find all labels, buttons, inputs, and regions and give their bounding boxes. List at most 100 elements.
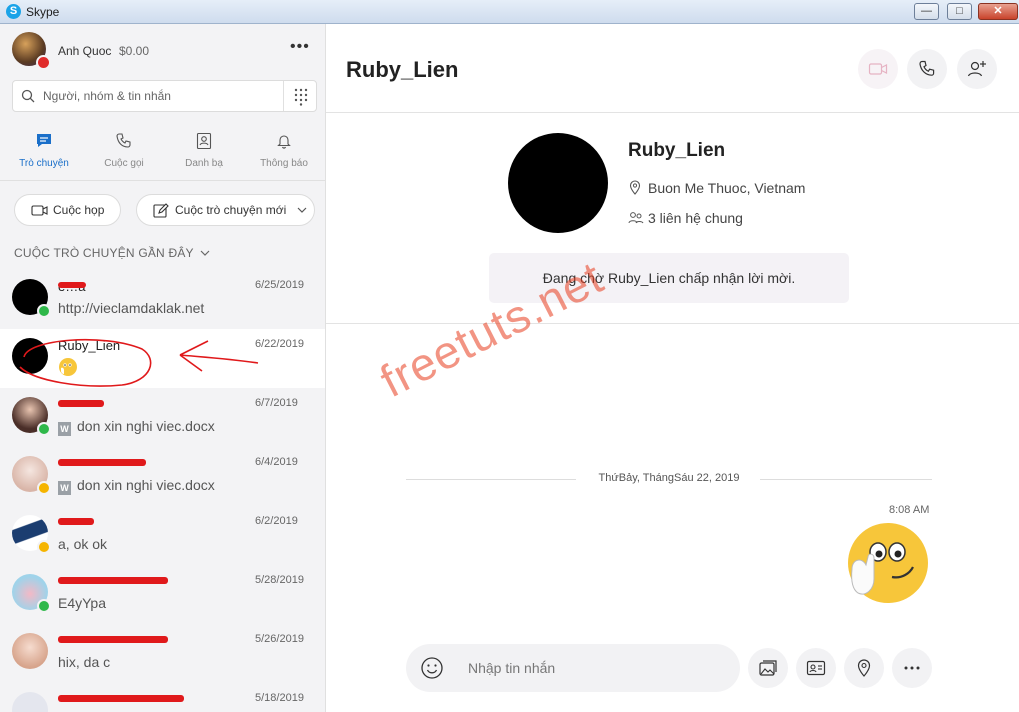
chat-list-item[interactable]: e…a 6/25/2019 http://vieclamdaklak.net <box>0 270 325 329</box>
compose-icon <box>153 203 169 218</box>
avatar <box>12 633 48 669</box>
contact-location: Buon Me Thuoc, Vietnam <box>628 180 805 196</box>
minimize-button[interactable]: — <box>914 3 939 20</box>
chevron-down-icon <box>200 250 210 256</box>
contact-avatar[interactable] <box>508 133 608 233</box>
chat-list-item[interactable]: 5/28/2019 E4yYpa <box>0 565 325 624</box>
audio-call-button[interactable] <box>907 49 947 89</box>
wave-emoji-message[interactable] <box>846 521 930 610</box>
new-chat-button[interactable]: Cuộc trò chuyện mới <box>136 194 315 226</box>
mutual-contacts: 3 liên hệ chung <box>628 210 743 226</box>
chat-date: 6/7/2019 <box>255 397 298 409</box>
dialpad-button[interactable] <box>283 81 318 111</box>
date-separator: ThứBảy, ThángSáu 22, 2019 <box>406 472 932 486</box>
conversation-pane: Ruby_Lien Ruby_Lien Buon Me Thuoc, Vietn… <box>326 24 1019 712</box>
phone-icon <box>919 60 935 76</box>
contact-name: Ruby_Lien <box>628 140 726 161</box>
chat-preview-text: don xin nghi viec.docx <box>77 477 215 493</box>
send-contact-button[interactable] <box>796 648 836 688</box>
status-online-icon <box>37 304 51 318</box>
chat-preview: Wdon xin nghi viec.docx <box>58 477 215 495</box>
add-participant-button[interactable] <box>957 49 997 89</box>
tab-chats-label: Trò chuyện <box>19 158 69 169</box>
close-button[interactable]: ✕ <box>978 3 1018 20</box>
tab-calls[interactable]: Cuộc gọi <box>84 128 164 178</box>
location-pin-icon <box>629 180 641 195</box>
chat-date: 6/2/2019 <box>255 515 298 527</box>
meet-now-button[interactable]: Cuộc họp <box>14 194 121 226</box>
people-icon <box>628 212 644 224</box>
status-dnd-icon <box>36 55 51 70</box>
wave-emoji-icon <box>848 523 928 603</box>
redaction-mark <box>58 518 94 525</box>
chat-date: 6/4/2019 <box>255 456 298 468</box>
chat-list-item[interactable]: 6/7/2019 Wdon xin nghi viec.docx <box>0 388 325 447</box>
chat-preview: hix, da c <box>58 654 111 670</box>
annotation-circle-arrow <box>19 338 259 387</box>
window-title: Skype <box>26 5 60 19</box>
contacts-icon <box>196 132 212 150</box>
video-icon <box>31 205 48 216</box>
status-online-icon <box>37 422 51 436</box>
chat-list-item[interactable]: 5/26/2019 hix, da c <box>0 624 325 683</box>
avatar <box>12 692 48 712</box>
redaction-mark <box>58 636 168 643</box>
tab-chats[interactable]: Trò chuyện <box>4 128 84 178</box>
search-icon <box>21 89 35 103</box>
tab-notifications[interactable]: Thông báo <box>244 128 324 178</box>
chat-list-item[interactable]: 6/4/2019 Wdon xin nghi viec.docx <box>0 447 325 506</box>
more-options-button[interactable]: ••• <box>290 38 310 56</box>
redaction-mark <box>58 459 146 466</box>
conversation-title[interactable]: Ruby_Lien <box>346 57 458 83</box>
location-pin-icon <box>857 659 871 677</box>
contact-location-text: Buon Me Thuoc, Vietnam <box>648 180 806 196</box>
chat-icon <box>37 134 51 147</box>
video-call-button[interactable] <box>858 49 898 89</box>
nav-tabs: Trò chuyện Cuộc gọi Danh bạ Thông báo <box>0 128 325 181</box>
chat-date: 6/25/2019 <box>255 279 304 291</box>
chat-list-item-selected[interactable]: Ruby_Lien 6/22/2019 <box>0 329 325 388</box>
search-box[interactable]: Người, nhóm & tin nhắn <box>12 80 317 112</box>
add-person-icon <box>967 61 986 77</box>
send-media-button[interactable] <box>748 648 788 688</box>
status-away-icon <box>37 481 51 495</box>
profile-divider <box>326 323 1019 324</box>
header-divider <box>326 112 1019 113</box>
chat-list-item[interactable]: 6/2/2019 a, ok ok <box>0 506 325 565</box>
chat-preview: http://vieclamdaklak.net <box>58 300 205 316</box>
image-icon <box>759 660 777 676</box>
chat-preview: a, ok ok <box>58 536 108 552</box>
send-location-button[interactable] <box>844 648 884 688</box>
more-options-button[interactable] <box>892 648 932 688</box>
skype-credit[interactable]: $0.00 <box>119 44 149 58</box>
chat-preview-text: don xin nghi viec.docx <box>77 418 215 434</box>
more-dots-icon <box>904 666 920 670</box>
chat-date: 5/26/2019 <box>255 633 304 645</box>
chat-date: 6/22/2019 <box>255 338 304 350</box>
profile-name[interactable]: Anh Quoc <box>58 44 111 58</box>
phone-icon <box>116 133 131 148</box>
message-composer[interactable]: Nhập tin nhắn <box>406 644 740 692</box>
chat-date: 5/18/2019 <box>255 692 304 704</box>
profile-header: Anh Quoc $0.00 ••• <box>12 32 312 70</box>
chat-date: 5/28/2019 <box>255 574 304 586</box>
recent-chats-label: CUỘC TRÒ CHUYỆN GẦN ĐÂY <box>14 246 194 260</box>
contact-card-icon <box>806 660 826 676</box>
bell-icon <box>277 135 291 149</box>
search-input[interactable]: Người, nhóm & tin nhắn <box>43 89 171 103</box>
video-icon <box>868 63 888 75</box>
date-separator-text: ThứBảy, ThángSáu 22, 2019 <box>598 472 740 484</box>
maximize-button[interactable]: □ <box>947 3 972 20</box>
chat-list-item[interactable]: 5/18/2019 <box>0 683 325 712</box>
message-input[interactable]: Nhập tin nhắn <box>468 660 555 676</box>
redaction-mark <box>58 282 86 288</box>
recent-chats-header[interactable]: CUỘC TRÒ CHUYỆN GẦN ĐÂY <box>14 246 210 260</box>
word-file-icon: W <box>58 422 71 436</box>
tab-calls-label: Cuộc gọi <box>104 158 144 169</box>
tab-contacts[interactable]: Danh bạ <box>164 128 244 178</box>
redaction-mark <box>58 400 104 407</box>
chevron-down-icon[interactable] <box>297 207 307 214</box>
emoji-picker-icon[interactable] <box>420 656 444 680</box>
tab-notifications-label: Thông báo <box>260 158 308 169</box>
word-file-icon: W <box>58 481 71 495</box>
